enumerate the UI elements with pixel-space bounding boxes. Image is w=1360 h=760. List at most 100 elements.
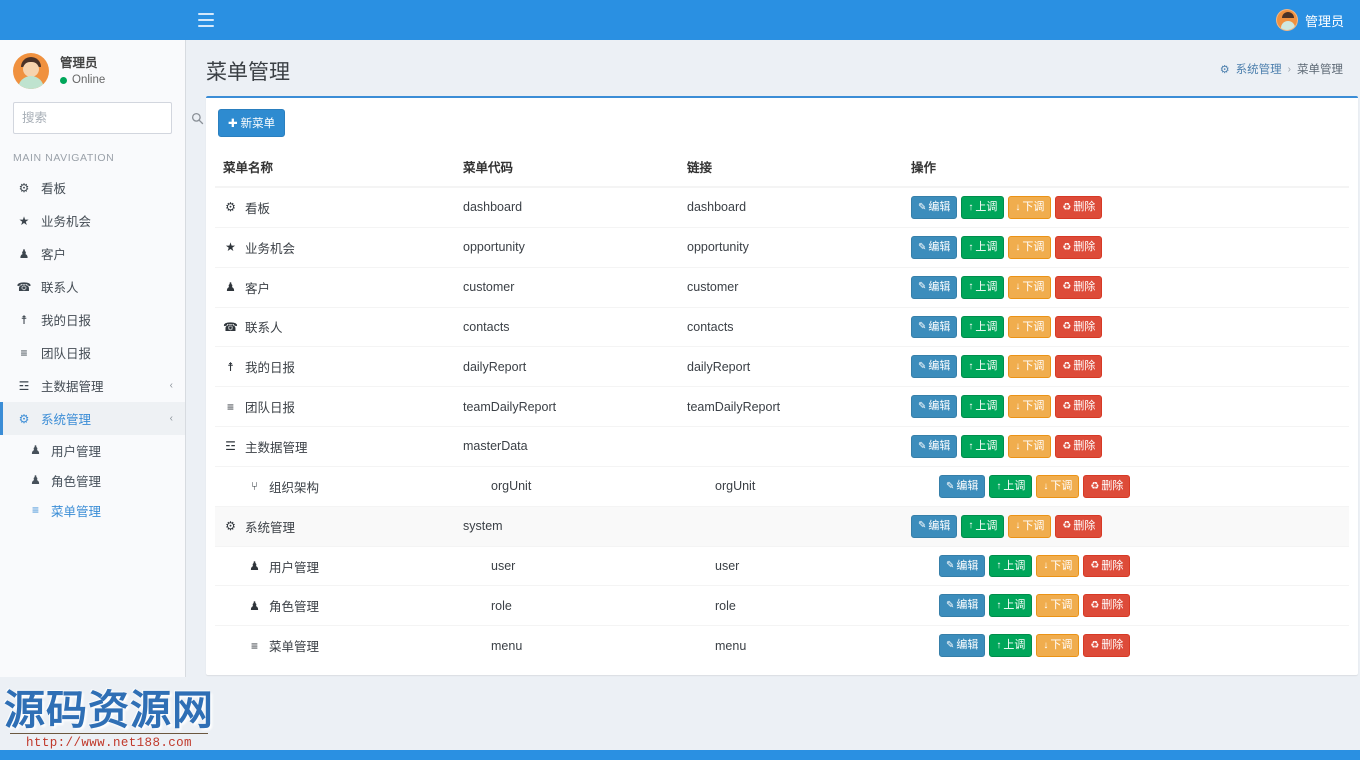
delete-button[interactable]: ♻ 删除	[1083, 474, 1131, 498]
delete-button[interactable]: ♻ 删除	[1055, 514, 1103, 538]
sidebar-item-0[interactable]: ⚙ 看板	[0, 171, 185, 204]
move-down-button[interactable]: ↓ 下调	[1036, 474, 1080, 498]
watermark-title: 源码资源网	[4, 685, 214, 734]
delete-button[interactable]: ♻ 删除	[1055, 435, 1103, 458]
user-avatar-icon	[1275, 9, 1298, 31]
sidebar-item-4[interactable]: ☨ 我的日报	[0, 303, 185, 336]
search-input[interactable]	[14, 111, 191, 125]
add-menu-button[interactable]: ✚ 新菜单	[218, 109, 286, 137]
cell-actions: ✎ 编辑 ↑ 上调 ↓ 下调 ♻ 删除	[903, 266, 1349, 308]
delete-button[interactable]: ♻ 删除	[1055, 355, 1103, 379]
breadcrumb-parent[interactable]: 系统管理	[1236, 61, 1282, 77]
sidebar-item-7[interactable]: ⚙ 系统管理 ‹	[0, 402, 185, 435]
cell-name: ★ 业务机会	[215, 226, 455, 268]
move-up-button[interactable]: ↑ 上调	[961, 395, 1005, 419]
header-user-menu[interactable]: 管理员	[1268, 0, 1352, 40]
sidebar-item-label: 客户	[41, 248, 67, 262]
edit-button[interactable]: ✎ 编辑	[939, 474, 986, 498]
edit-button[interactable]: ✎ 编辑	[911, 315, 958, 339]
move-down-button[interactable]: ↓ 下调	[1036, 554, 1080, 578]
move-up-button[interactable]: ↑ 上调	[989, 594, 1033, 618]
sidebar-search[interactable]	[13, 102, 204, 134]
sidebar-subitem-0[interactable]: ♟ 用户管理	[0, 435, 185, 465]
move-down-button[interactable]: ↓ 下调	[1008, 435, 1052, 458]
sidebar-subitem-1[interactable]: ♟ 角色管理	[0, 465, 185, 495]
trash-icon: ♻	[1062, 440, 1072, 452]
trash-icon: ♻	[1062, 281, 1072, 293]
move-up-button[interactable]: ↑ 上调	[961, 435, 1005, 458]
edit-button[interactable]: ✎ 编辑	[911, 275, 958, 299]
arrow-up-icon: ↑	[968, 361, 974, 373]
move-up-button[interactable]: ↑ 上调	[961, 235, 1005, 259]
cell-link: contacts	[679, 306, 903, 347]
menu-name: 主数据管理	[245, 440, 308, 455]
move-up-button[interactable]: ↑ 上调	[989, 474, 1033, 498]
delete-button[interactable]: ♻ 删除	[1055, 196, 1103, 219]
move-down-button[interactable]: ↓ 下调	[1008, 514, 1052, 538]
delete-button-label: 删除	[1101, 479, 1124, 492]
cell-actions: ✎ 编辑 ↑ 上调 ↓ 下调 ♻ 删除	[903, 585, 1349, 626]
brand-logo-block[interactable]	[0, 0, 186, 40]
move-up-button[interactable]: ↑ 上调	[989, 634, 1033, 658]
arrow-down-icon: ↓	[1043, 600, 1049, 612]
phone-icon: ☎	[16, 279, 32, 294]
menu-name: 用户管理	[269, 560, 320, 575]
edit-button[interactable]: ✎ 编辑	[939, 554, 986, 578]
cell-link: dailyReport	[679, 346, 903, 387]
cell-actions: ✎ 编辑 ↑ 上调 ↓ 下调 ♻ 删除	[903, 186, 1349, 228]
edit-button[interactable]: ✎ 编辑	[939, 594, 986, 618]
sidebar-user-panel[interactable]: 管理员 Online	[0, 40, 185, 100]
menu-name: 联系人	[245, 321, 283, 336]
sidebar-item-1[interactable]: ★ 业务机会	[0, 204, 185, 237]
move-up-button[interactable]: ↑ 上调	[989, 554, 1033, 578]
arrow-down-icon: ↓	[1015, 520, 1021, 532]
move-up-button[interactable]: ↑ 上调	[961, 355, 1005, 379]
sidebar-item-3[interactable]: ☎ 联系人	[0, 270, 185, 303]
move-down-button[interactable]: ↓ 下调	[1008, 355, 1052, 379]
edit-button[interactable]: ✎ 编辑	[911, 514, 958, 538]
move-down-button[interactable]: ↓ 下调	[1008, 235, 1052, 259]
edit-button[interactable]: ✎ 编辑	[911, 435, 958, 458]
move-down-button[interactable]: ↓ 下调	[1008, 275, 1052, 299]
sidebar-item-2[interactable]: ♟ 客户	[0, 237, 185, 270]
sidebar-item-6[interactable]: ☲ 主数据管理 ‹	[0, 369, 185, 402]
search-icon[interactable]	[191, 103, 204, 133]
edit-button[interactable]: ✎ 编辑	[911, 395, 958, 419]
move-down-button-label: 下调	[1022, 400, 1045, 413]
delete-button[interactable]: ♻ 删除	[1083, 594, 1131, 618]
trash-icon: ♻	[1062, 241, 1072, 253]
edit-button[interactable]: ✎ 编辑	[911, 196, 958, 219]
move-down-button[interactable]: ↓ 下调	[1008, 315, 1052, 339]
edit-button[interactable]: ✎ 编辑	[939, 634, 986, 658]
hamburger-icon[interactable]	[195, 11, 217, 29]
cell-name: ♟ 客户	[215, 266, 455, 308]
delete-button[interactable]: ♻ 删除	[1083, 634, 1131, 658]
cell-name: ☲ 主数据管理	[215, 426, 455, 467]
delete-button[interactable]: ♻ 删除	[1055, 275, 1103, 299]
cell-name: ♟ 用户管理	[215, 545, 455, 586]
move-down-button[interactable]: ↓ 下调	[1008, 196, 1052, 219]
delete-button[interactable]: ♻ 删除	[1055, 395, 1103, 419]
menu-name: 客户	[245, 281, 271, 296]
edit-button[interactable]: ✎ 编辑	[911, 355, 958, 379]
table-row: ☎ 联系人 contacts contacts ✎ 编辑 ↑ 上调 ↓ 下调 ♻ 删除	[215, 306, 1349, 347]
delete-button[interactable]: ♻ 删除	[1055, 315, 1103, 339]
move-down-button-label: 下调	[1050, 599, 1073, 612]
edit-button[interactable]: ✎ 编辑	[911, 235, 958, 259]
table-header-row: 菜单名称 菜单代码 链接 操作	[215, 149, 1349, 188]
move-up-button-label: 上调	[975, 400, 998, 413]
table-row: ♟ 用户管理 user user ✎ 编辑 ↑ 上调 ↓ 下调 ♻ 删除	[215, 545, 1349, 586]
move-down-button[interactable]: ↓ 下调	[1036, 634, 1080, 658]
move-up-button[interactable]: ↑ 上调	[961, 196, 1005, 219]
sidebar-subitem-label: 用户管理	[51, 444, 102, 459]
delete-button[interactable]: ♻ 删除	[1083, 554, 1131, 578]
delete-button[interactable]: ♻ 删除	[1055, 235, 1103, 259]
sidebar-item-5[interactable]: ≡ 团队日报	[0, 336, 185, 369]
arrow-down-icon: ↓	[1043, 480, 1049, 492]
sidebar-subitem-2[interactable]: ≡ 菜单管理	[0, 495, 185, 525]
move-up-button[interactable]: ↑ 上调	[961, 275, 1005, 299]
move-down-button[interactable]: ↓ 下调	[1008, 395, 1052, 419]
move-up-button[interactable]: ↑ 上调	[961, 514, 1005, 538]
move-up-button[interactable]: ↑ 上调	[961, 315, 1005, 339]
move-down-button[interactable]: ↓ 下调	[1036, 594, 1080, 618]
